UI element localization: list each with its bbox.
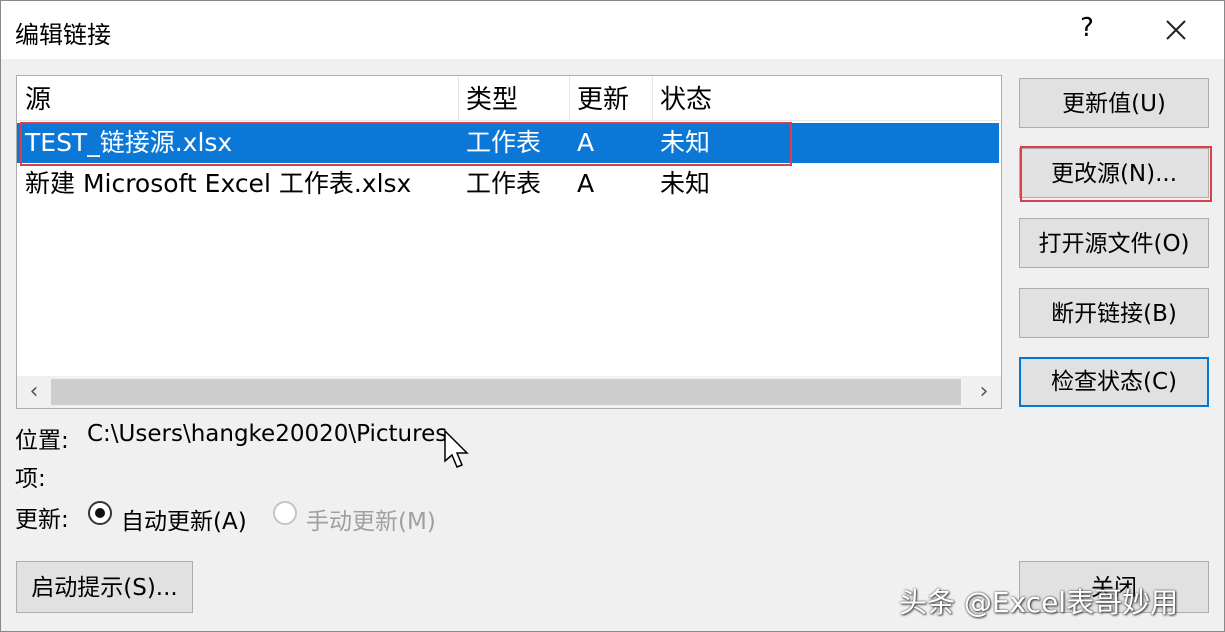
item-label: 项: bbox=[15, 466, 46, 492]
update-values-label: 更新值(U) bbox=[1062, 91, 1166, 117]
column-header-source[interactable]: 源 bbox=[25, 82, 51, 118]
row-update: A bbox=[577, 169, 595, 198]
check-status-label: 检查状态(C) bbox=[1050, 369, 1177, 395]
horizontal-scrollbar[interactable]: ‹ › bbox=[17, 376, 1001, 408]
open-source-button[interactable]: 打开源文件(O) bbox=[1019, 218, 1209, 268]
help-button[interactable]: ? bbox=[1073, 13, 1101, 43]
edit-links-dialog: 编辑链接 ? 源 类型 更新 状态 TEST_链接源.xlsx 工作表 A 未知… bbox=[0, 0, 1225, 632]
manual-update-label[interactable]: 手动更新(M) bbox=[306, 502, 436, 536]
dialog-title: 编辑链接 bbox=[15, 21, 111, 49]
open-source-label: 打开源文件(O) bbox=[1038, 231, 1190, 257]
title-bar: 编辑链接 ? bbox=[1, 1, 1224, 59]
annotation-highlight-row bbox=[20, 122, 792, 166]
startup-prompt-label: 启动提示(S)... bbox=[31, 575, 178, 601]
list-header: 源 类型 更新 状态 bbox=[17, 76, 1001, 121]
list-row[interactable]: 新建 Microsoft Excel 工作表.xlsx 工作表 A 未知 bbox=[17, 164, 999, 204]
column-header-update[interactable]: 更新 bbox=[577, 82, 629, 118]
break-link-label: 断开链接(B) bbox=[1051, 301, 1177, 327]
radio-dot bbox=[95, 508, 105, 518]
close-icon[interactable] bbox=[1161, 15, 1191, 45]
update-mode-label: 更新: bbox=[15, 507, 69, 533]
scroll-right-icon[interactable]: › bbox=[967, 376, 1001, 408]
column-header-status[interactable]: 状态 bbox=[660, 82, 712, 118]
row-source: 新建 Microsoft Excel 工作表.xlsx bbox=[25, 169, 412, 198]
row-status: 未知 bbox=[660, 169, 711, 198]
auto-update-label[interactable]: 自动更新(A) bbox=[121, 502, 247, 536]
location-label: 位置: bbox=[15, 428, 69, 454]
scroll-thumb[interactable] bbox=[51, 379, 961, 405]
break-link-button[interactable]: 断开链接(B) bbox=[1019, 288, 1209, 338]
links-list[interactable]: 源 类型 更新 状态 TEST_链接源.xlsx 工作表 A 未知 新建 Mic… bbox=[16, 75, 1002, 409]
manual-update-radio[interactable] bbox=[273, 501, 297, 525]
column-divider[interactable] bbox=[458, 76, 459, 120]
mouse-cursor-icon bbox=[444, 429, 469, 468]
column-divider[interactable] bbox=[569, 76, 570, 120]
column-divider[interactable] bbox=[652, 76, 653, 120]
update-values-button[interactable]: 更新值(U) bbox=[1019, 78, 1209, 128]
location-value: C:\Users\hangke20020\Pictures bbox=[87, 421, 448, 447]
check-status-button[interactable]: 检查状态(C) bbox=[1019, 357, 1209, 407]
scroll-left-icon[interactable]: ‹ bbox=[17, 376, 51, 408]
row-type: 工作表 bbox=[466, 169, 542, 198]
startup-prompt-button[interactable]: 启动提示(S)... bbox=[16, 561, 193, 613]
annotation-highlight-button bbox=[1020, 146, 1212, 202]
auto-update-radio[interactable] bbox=[88, 501, 112, 525]
watermark: 头条 @Excel表哥妙用 bbox=[899, 586, 1179, 619]
column-header-type[interactable]: 类型 bbox=[466, 82, 518, 118]
